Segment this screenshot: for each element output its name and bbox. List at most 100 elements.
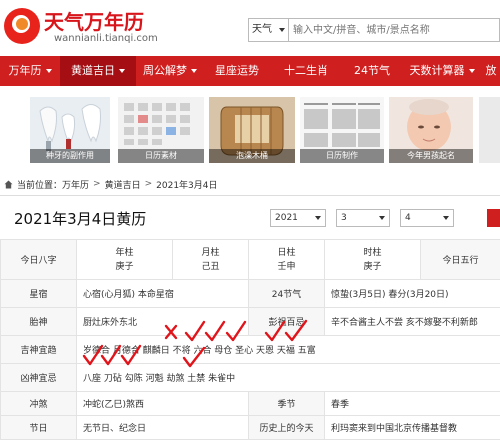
day-pillar: 日柱 壬申 (248, 239, 325, 280)
logo-title: 天气万年历 (44, 10, 144, 34)
table-row: 吉神宜趋 岁德合 月德合 麒麟日 不将 六合 母仓 圣心 天恩 天福 五富 (0, 335, 500, 364)
festival-value: 无节日、纪念日 (76, 415, 249, 440)
nav-item-more[interactable]: 放 (482, 56, 500, 86)
taishen-value: 厨灶床外东北 (76, 307, 249, 336)
jishen-value: 岁德合 月德合 麒麟日 不将 六合 母仓 圣心 天恩 天福 五富 (76, 335, 500, 364)
date-title-row: 2021年3月4日黄历 2021 3 4 (0, 195, 500, 239)
breadcrumb-separator: > (144, 179, 153, 189)
chongsha-value: 冲蛇(乙巳)煞西 (76, 391, 249, 416)
query-button[interactable] (487, 209, 500, 227)
nav-item-xingzuo[interactable]: 星座运势 (204, 56, 270, 86)
xingxiu-value: 心宿(心月狐) 本命星宿 (76, 279, 249, 308)
thumbnail-strip: 种牙的副作用 日历素材 泡澡木桶 日历制作 今年男孩起名 (0, 97, 500, 167)
hour-pillar-label: 时柱 (363, 247, 382, 258)
hour-pillar: 时柱 庚子 (324, 239, 421, 280)
thumb-baby-name[interactable]: 今年男孩起名 (389, 97, 473, 163)
nav-item-label: 星座运势 (215, 64, 259, 77)
almanac-table: 今日八字 年柱 庚子 月柱 己丑 日柱 壬申 时柱 庚子 今日五行 星宿 心宿(… (0, 239, 500, 440)
chevron-down-icon (279, 28, 285, 32)
search-input[interactable] (291, 19, 499, 41)
table-row: 胎神 厨灶床外东北 彭祖百忌 辛不合酱主人不尝 亥不嫁娶不利新郎 (0, 307, 500, 336)
table-row: 凶神宜忌 八座 刀砧 勾陈 河魁 劫煞 土禁 朱雀中 (0, 363, 500, 392)
month-pillar-label: 月柱 (201, 247, 220, 258)
nav-item-label: 十二生肖 (284, 64, 328, 77)
home-icon (4, 180, 13, 189)
year-select[interactable]: 2021 (270, 209, 326, 227)
year-pillar-label: 年柱 (115, 247, 134, 258)
main-nav: 万年历 黄道吉日 周公解梦 星座运势 十二生肖 24节气 天数计算器 放 (0, 56, 500, 86)
nav-item-label: 24节气 (354, 64, 390, 77)
history-value: 利玛窦来到中国北京传播基督教 (324, 415, 500, 440)
nav-item-label: 周公解梦 (143, 64, 187, 77)
month-pillar-value: 己丑 (201, 261, 220, 272)
chevron-down-icon (119, 69, 125, 73)
wuxing-label: 今日五行 (420, 239, 500, 280)
nav-item-wannianli[interactable]: 万年历 (0, 56, 60, 86)
thumb-calendar-material[interactable]: 日历素材 (118, 97, 204, 163)
nav-item-huangdao[interactable]: 黄道吉日 (60, 56, 136, 86)
nav-item-shengxiao[interactable]: 十二生肖 (270, 56, 342, 86)
thumb-calendar-making[interactable]: 日历制作 (300, 97, 384, 163)
table-row: 节日 无节日、纪念日 历史上的今天 利玛窦来到中国北京传播基督教 (0, 415, 500, 440)
site-logo[interactable]: 天气万年历 wannianli.tianqi.com (4, 6, 204, 50)
page-title: 2021年3月4日黄历 (14, 210, 147, 228)
hour-pillar-value: 庚子 (363, 261, 382, 272)
nav-item-label: 放 (485, 64, 497, 77)
search-type-select[interactable]: 天气 (249, 19, 289, 41)
jieqi-value: 惊蛰(3月5日) 春分(3月20日) (324, 279, 500, 308)
nav-item-label: 黄道吉日 (71, 64, 115, 77)
breadcrumb-link-huangdao[interactable]: 黄道吉日 (105, 178, 141, 191)
bazi-label: 今日八字 (0, 239, 77, 280)
breadcrumb-prefix: 当前位置： (17, 180, 63, 191)
month-select[interactable]: 3 (336, 209, 390, 227)
season-value: 春季 (324, 391, 500, 416)
nav-item-label: 天数计算器 (409, 64, 465, 77)
month-pillar: 月柱 己丑 (172, 239, 249, 280)
breadcrumb-separator: > (93, 179, 101, 189)
thumb-caption: 日历素材 (118, 149, 204, 163)
breadcrumb: 当前位置： 万年历 > 黄道吉日 > 2021年3月4日 (4, 177, 218, 191)
table-row: 冲煞 冲蛇(乙巳)煞西 季节 春季 (0, 391, 500, 416)
nav-item-jieqi[interactable]: 24节气 (342, 56, 402, 86)
month-select-value: 3 (341, 213, 347, 223)
year-pillar: 年柱 庚子 (76, 239, 173, 280)
chevron-down-icon (379, 216, 385, 220)
chevron-down-icon (45, 69, 52, 73)
thumb-caption: 日历制作 (300, 149, 384, 163)
nav-item-label: 万年历 (8, 64, 42, 77)
jishen-label: 吉神宜趋 (0, 335, 77, 364)
jieqi-label: 24节气 (248, 279, 325, 308)
year-select-value: 2021 (275, 213, 298, 223)
xiongshen-label: 凶神宜忌 (0, 363, 77, 392)
day-select-value: 4 (405, 213, 411, 223)
day-select[interactable]: 4 (400, 209, 454, 227)
table-row: 今日八字 年柱 庚子 月柱 己丑 日柱 壬申 时柱 庚子 今日五行 (0, 239, 500, 280)
nav-item-calculator[interactable]: 天数计算器 (402, 56, 482, 86)
pengzu-value: 辛不合酱主人不尝 亥不嫁娶不利新郎 (324, 307, 500, 336)
thumb-image (479, 97, 500, 163)
day-pillar-label: 日柱 (277, 247, 296, 258)
logo-mark-icon (4, 8, 40, 44)
search-type-label: 天气 (252, 24, 272, 35)
xiongshen-value: 八座 刀砧 勾陈 河魁 劫煞 土禁 朱雀中 (76, 363, 500, 392)
search-box: 天气 (248, 18, 500, 42)
breadcrumb-link-wannianli[interactable]: 万年历 (62, 178, 89, 191)
table-row: 星宿 心宿(心月狐) 本命星宿 24节气 惊蛰(3月5日) 春分(3月20日) (0, 279, 500, 308)
xingxiu-label: 星宿 (0, 279, 77, 308)
chongsha-label: 冲煞 (0, 391, 77, 416)
season-label: 季节 (248, 391, 325, 416)
site-header: 天气万年历 wannianli.tianqi.com 天气 (0, 0, 500, 56)
thumb-dental[interactable]: 种牙的副作用 (30, 97, 110, 163)
chevron-down-icon (468, 69, 475, 73)
nav-item-zhougong[interactable]: 周公解梦 (136, 56, 204, 86)
logo-subtitle: wannianli.tianqi.com (54, 33, 158, 44)
chevron-down-icon (443, 216, 449, 220)
thumb-caption: 今年男孩起名 (389, 149, 473, 163)
day-pillar-value: 壬申 (277, 261, 296, 272)
thumb-partial[interactable] (479, 97, 500, 163)
chevron-down-icon (315, 216, 321, 220)
thumb-caption: 种牙的副作用 (30, 149, 110, 163)
taishen-label: 胎神 (0, 307, 77, 336)
thumb-wooden-tub[interactable]: 泡澡木桶 (209, 97, 295, 163)
pengzu-label: 彭祖百忌 (248, 307, 325, 336)
